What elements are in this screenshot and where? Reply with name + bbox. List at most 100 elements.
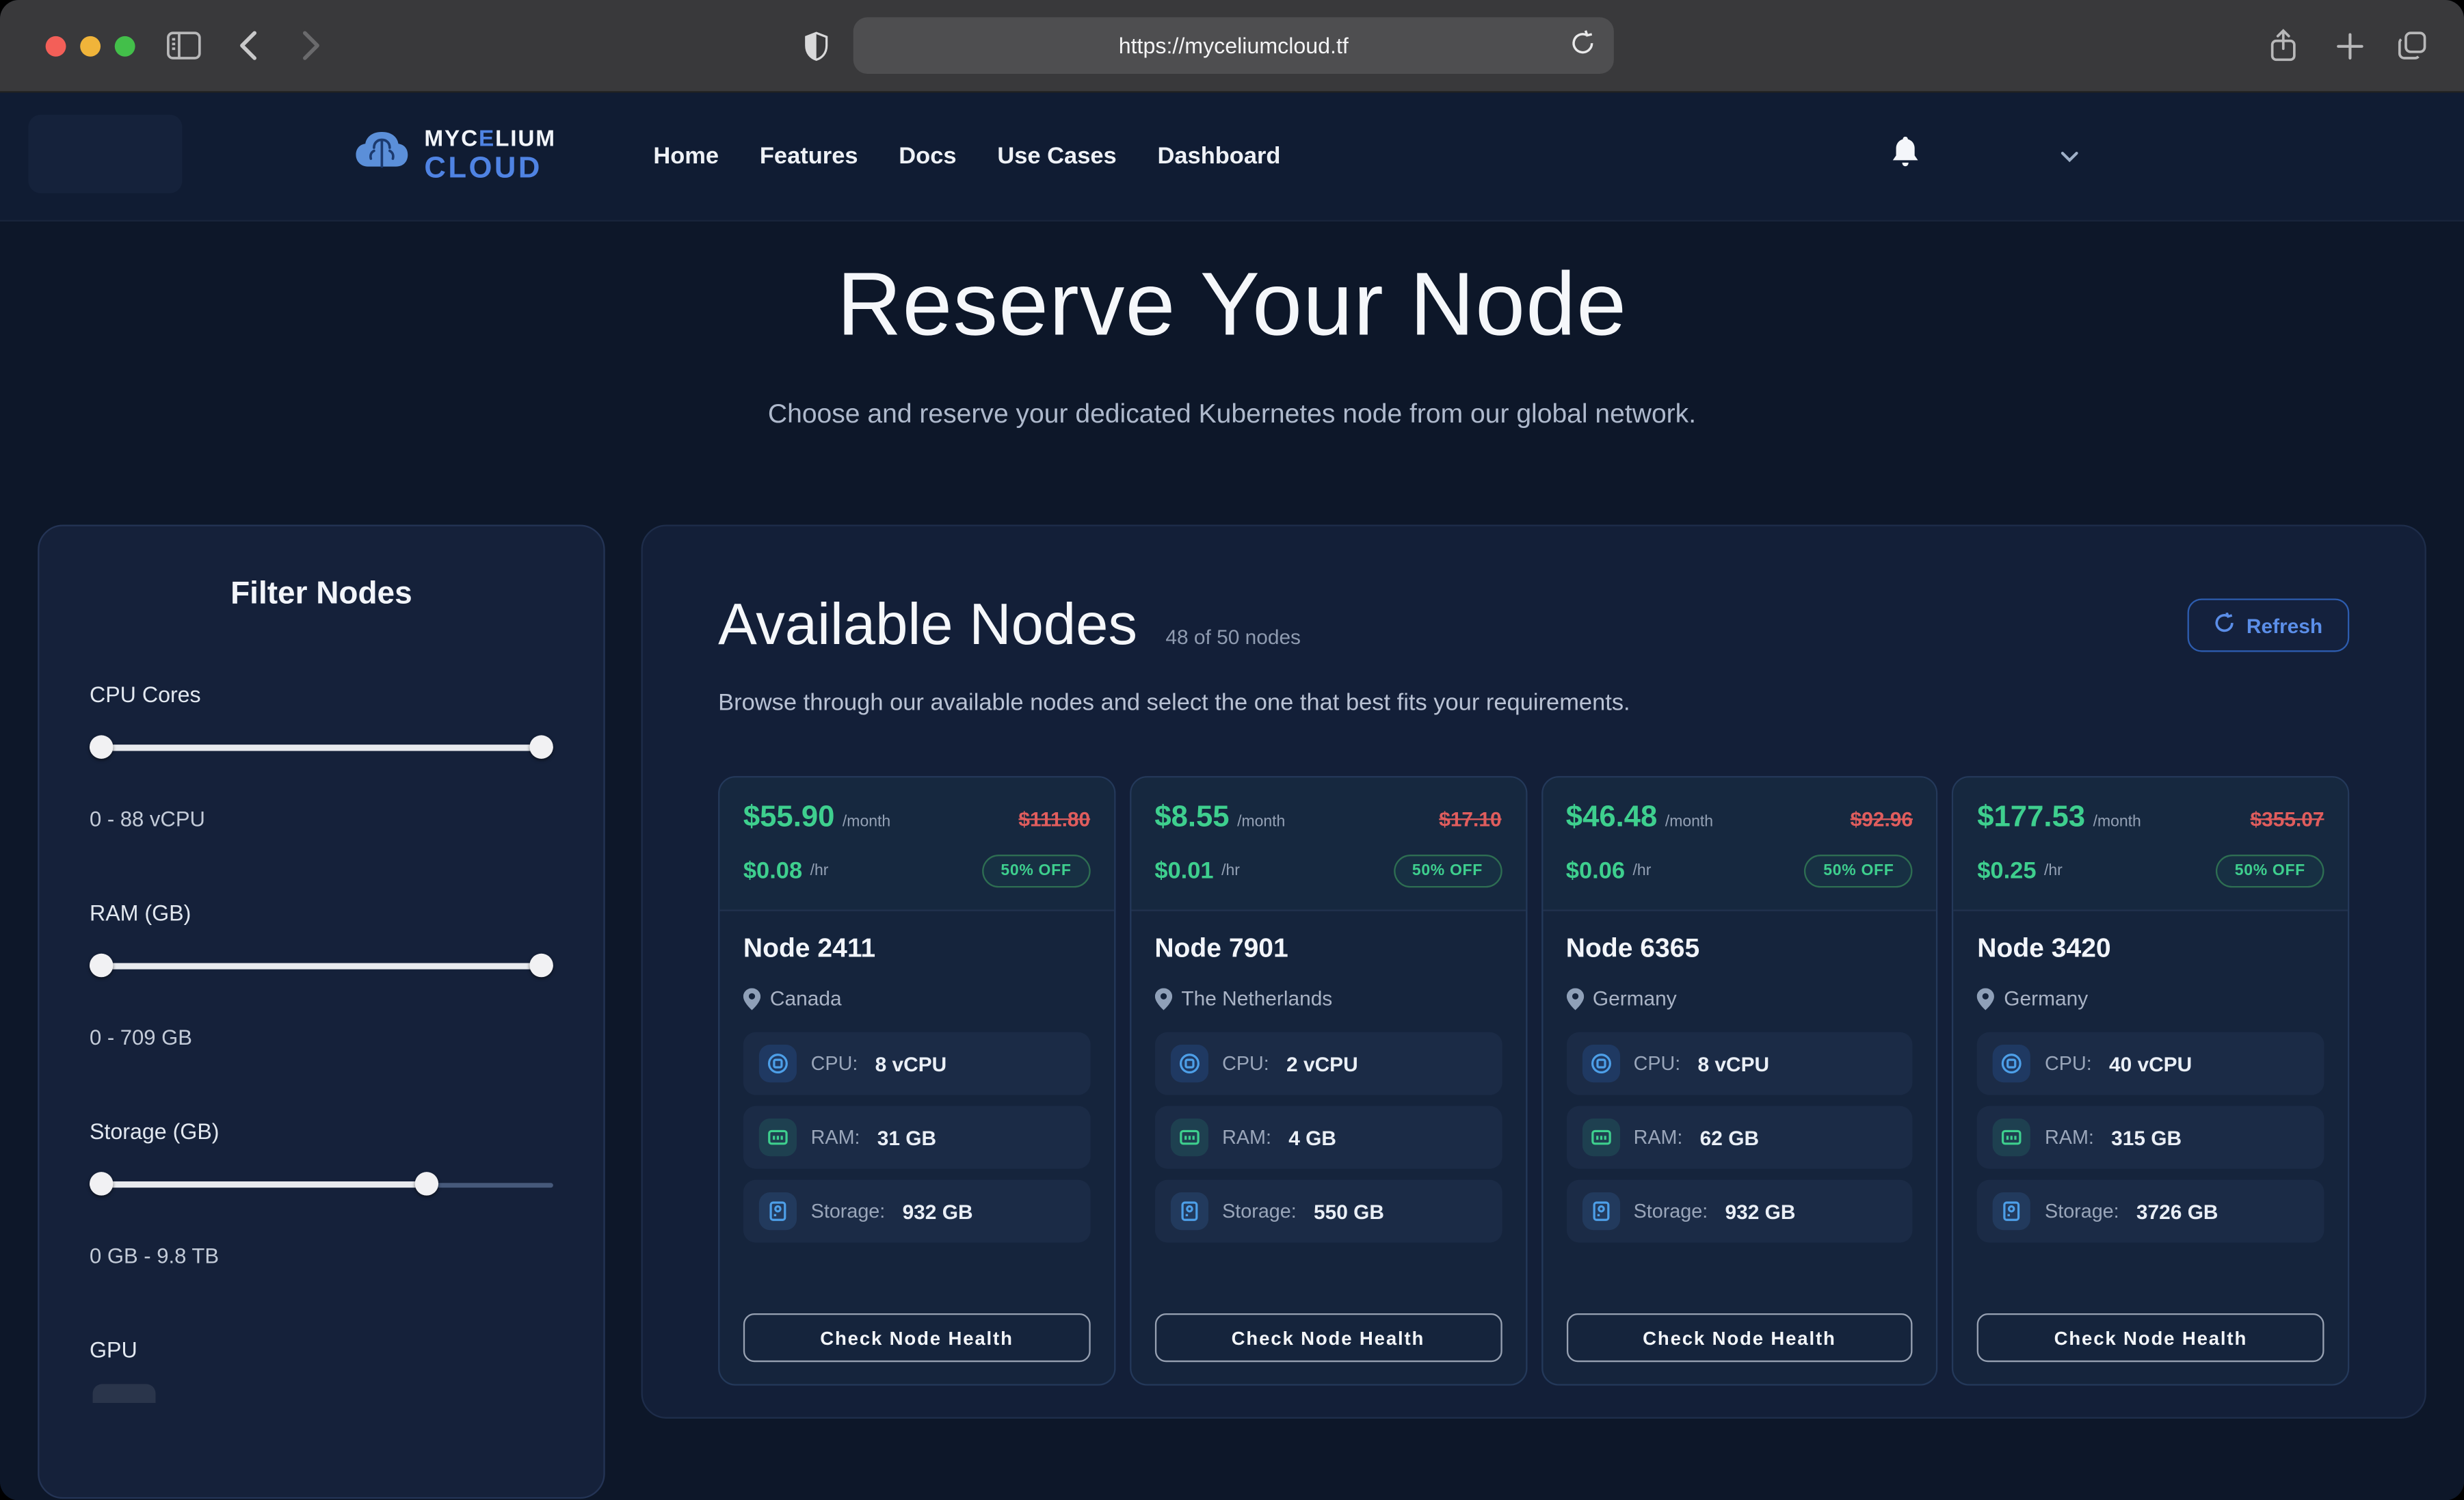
page-title: Reserve Your Node <box>0 253 2464 357</box>
hero-section: Reserve Your Node Choose and reserve you… <box>0 253 2464 431</box>
check-node-health-button[interactable]: Check Node Health <box>1154 1313 1501 1362</box>
nav-item-features[interactable]: Features <box>760 143 858 170</box>
cpu-slider-track <box>90 745 553 751</box>
storage-icon <box>759 1192 797 1230</box>
cpu-filter-label: CPU Cores <box>90 682 553 707</box>
nav-item-use-cases[interactable]: Use Cases <box>997 143 1116 170</box>
node-name: Node 3420 <box>1977 933 2324 965</box>
price-section: $46.48 /month $92.96 $0.06 /hr 50% OFF <box>1542 777 1936 911</box>
hourly-price: $0.06 <box>1566 858 1625 885</box>
discount-badge: 50% OFF <box>1805 855 1913 887</box>
node-name: Node 6365 <box>1566 933 1913 965</box>
storage-spec-row: Storage: 932 GB <box>1566 1180 1913 1243</box>
navbar-right <box>1892 137 2401 176</box>
price-section: $55.90 /month $111.80 $0.08 /hr 50% OFF <box>719 777 1113 911</box>
node-card: $177.53 /month $355.07 $0.25 /hr 50% OFF <box>1952 776 2349 1386</box>
nav-item-dashboard[interactable]: Dashboard <box>1157 143 1280 170</box>
traffic-lights <box>46 36 135 57</box>
cpu-slider-thumb-max[interactable] <box>529 735 553 758</box>
ram-slider-track <box>90 963 553 969</box>
forward-button[interactable] <box>302 0 321 91</box>
storage-spec-row: Storage: 550 GB <box>1154 1180 1501 1243</box>
nodes-panel-header: Available Nodes 48 of 50 nodes Refresh <box>718 592 2349 658</box>
storage-spec-row: Storage: 932 GB <box>743 1180 1090 1243</box>
cpu-spec-row: CPU: 2 vCPU <box>1154 1032 1501 1095</box>
browser-window: https://myceliumcloud.tf <box>0 0 2464 1500</box>
storage-slider-thumb-min[interactable] <box>90 1172 113 1195</box>
content-area: Filter Nodes CPU Cores 0 - 88 vCPU RAM (… <box>0 524 2464 1499</box>
storage-icon <box>1993 1192 2030 1230</box>
check-node-health-button[interactable]: Check Node Health <box>743 1313 1090 1362</box>
ram-range-text: 0 - 709 GB <box>90 1026 553 1049</box>
browser-chrome: https://myceliumcloud.tf <box>0 0 2464 93</box>
shield-icon[interactable] <box>804 0 827 91</box>
cpu-icon <box>1993 1045 2030 1082</box>
gpu-filter-label: GPU <box>90 1337 553 1362</box>
ram-spec-row: RAM: 62 GB <box>1566 1106 1913 1169</box>
page-subtitle: Choose and reserve your dedicated Kubern… <box>0 399 2464 431</box>
ram-spec-row: RAM: 315 GB <box>1977 1106 2324 1169</box>
tab-overview-icon[interactable] <box>2396 0 2428 91</box>
location-pin-icon <box>743 987 760 1009</box>
nav-item-docs[interactable]: Docs <box>899 143 956 170</box>
cpu-slider-thumb-min[interactable] <box>90 735 113 758</box>
nav-item-home[interactable]: Home <box>653 143 719 170</box>
old-price: $17.10 <box>1439 807 1501 831</box>
url-text: https://myceliumcloud.tf <box>1119 33 1349 58</box>
discount-badge: 50% OFF <box>2216 855 2324 887</box>
share-icon[interactable] <box>2269 0 2297 91</box>
node-location: Germany <box>2004 987 2088 1010</box>
ram-spec-row: RAM: 31 GB <box>743 1106 1090 1169</box>
refresh-button[interactable]: Refresh <box>2187 598 2350 652</box>
discount-badge: 50% OFF <box>1393 855 1501 887</box>
back-button[interactable] <box>239 0 258 91</box>
ram-slider-thumb-max[interactable] <box>529 954 553 977</box>
zoom-window-button[interactable] <box>115 36 135 57</box>
node-location: Canada <box>770 987 842 1010</box>
check-node-health-button[interactable]: Check Node Health <box>1977 1313 2324 1362</box>
ram-icon <box>1582 1119 1619 1156</box>
available-nodes-panel: Available Nodes 48 of 50 nodes Refresh B… <box>641 524 2426 1418</box>
cpu-icon <box>1170 1045 1208 1082</box>
storage-slider-track-active <box>90 1181 428 1188</box>
minimize-window-button[interactable] <box>80 36 101 57</box>
ram-filter-label: RAM (GB) <box>90 900 553 926</box>
storage-range-text: 0 GB - 9.8 TB <box>90 1244 553 1268</box>
storage-filter-label: Storage (GB) <box>90 1119 553 1144</box>
old-price: $92.96 <box>1851 807 1913 831</box>
site-logo[interactable]: MYCELIUM CLOUD <box>354 129 556 185</box>
monthly-price: $177.53 <box>1977 801 2085 836</box>
new-tab-icon[interactable] <box>2337 0 2363 91</box>
price-section: $177.53 /month $355.07 $0.25 /hr 50% OFF <box>1954 777 2348 911</box>
reload-icon[interactable] <box>1572 30 1595 57</box>
ram-slider-thumb-min[interactable] <box>90 954 113 977</box>
hourly-price: $0.08 <box>743 858 802 885</box>
hourly-price: $0.25 <box>1977 858 2036 885</box>
cpu-spec-row: CPU: 40 vCPU <box>1977 1032 2324 1095</box>
close-window-button[interactable] <box>46 36 66 57</box>
storage-icon <box>1582 1192 1619 1230</box>
price-section: $8.55 /month $17.10 $0.01 /hr 50% OFF <box>1131 777 1525 911</box>
address-bar[interactable]: https://myceliumcloud.tf <box>853 17 1614 74</box>
ram-icon <box>1170 1119 1208 1156</box>
storage-spec-row: Storage: 3726 GB <box>1977 1180 2324 1243</box>
node-location: Germany <box>1593 987 1677 1010</box>
mycelium-logo-icon <box>354 129 410 183</box>
discount-badge: 50% OFF <box>982 855 1090 887</box>
sidebar-toggle-icon[interactable] <box>167 0 202 91</box>
account-chevron-down-icon[interactable] <box>2060 144 2079 168</box>
ram-spec-row: RAM: 4 GB <box>1154 1106 1501 1169</box>
ram-range-slider[interactable] <box>90 954 553 979</box>
check-node-health-button[interactable]: Check Node Health <box>1566 1313 1913 1362</box>
notifications-bell-icon[interactable] <box>1892 137 1919 176</box>
node-name: Node 7901 <box>1154 933 1501 965</box>
node-location: The Netherlands <box>1181 987 1332 1010</box>
storage-slider-track-inactive <box>428 1182 553 1187</box>
screen: https://myceliumcloud.tf <box>0 0 2464 1500</box>
site-navbar: MYCELIUM CLOUD Home Features Docs Use Ca… <box>0 93 2464 222</box>
cpu-range-slider[interactable] <box>90 735 553 760</box>
ram-icon <box>759 1119 797 1156</box>
gpu-toggle[interactable] <box>93 1384 156 1403</box>
storage-range-slider[interactable] <box>90 1172 553 1197</box>
storage-slider-thumb-max[interactable] <box>415 1172 438 1195</box>
